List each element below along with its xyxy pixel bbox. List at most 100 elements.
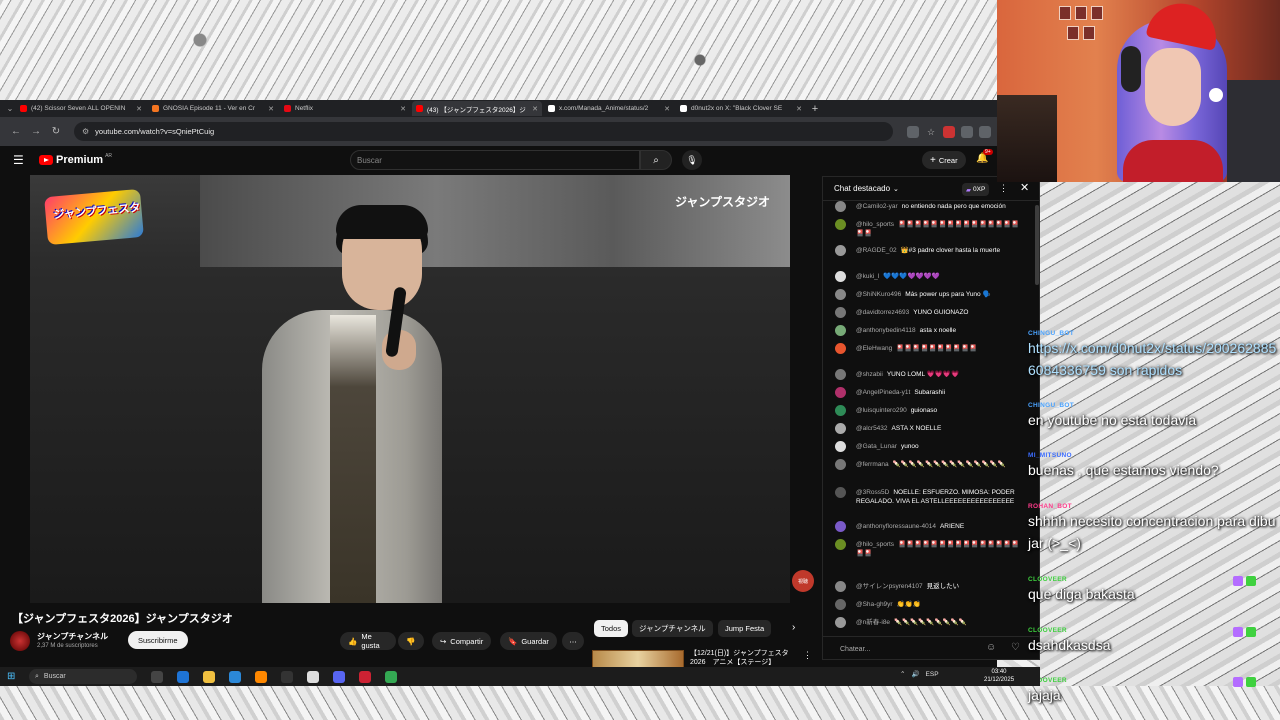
channel-name[interactable]: ジャンプチャンネル <box>37 631 108 642</box>
chat-avatar[interactable] <box>835 289 846 300</box>
chat-author[interactable]: @hilo_sports <box>856 221 894 228</box>
chat-avatar[interactable] <box>835 219 846 230</box>
create-button[interactable]: + Crear <box>922 151 966 169</box>
chat-input[interactable]: Chatear... <box>823 636 1039 659</box>
chat-avatar[interactable] <box>835 599 846 610</box>
chrome-icon[interactable] <box>385 670 397 683</box>
tab-search-icon[interactable]: ⌄ <box>4 104 16 113</box>
youtube-logo[interactable]: Premium AR <box>39 153 112 166</box>
chip-jump-festa[interactable]: Jump Festa <box>718 620 772 637</box>
chat-avatar[interactable] <box>835 521 846 532</box>
subscribe-button[interactable]: Suscribirme <box>128 631 188 649</box>
chat-avatar[interactable] <box>835 271 846 282</box>
recommended-more-icon[interactable]: ⋮ <box>803 650 812 661</box>
chat-author[interactable]: @RAGDE_02 <box>856 247 897 254</box>
chat-avatar[interactable] <box>835 307 846 318</box>
browser-tab[interactable]: d0nut2x on X: "Black Clover SE ✕ <box>676 101 806 116</box>
chatgpt-icon[interactable] <box>307 670 319 683</box>
emoji-icon[interactable]: ☺ <box>986 642 996 653</box>
chip-channel[interactable]: ジャンプチャンネル <box>632 620 713 637</box>
channel-avatar[interactable] <box>10 631 30 651</box>
chat-author[interactable]: @shzabii <box>856 371 883 378</box>
video-player[interactable]: ジャンプフェスタ ジャンプスタジオ <box>30 175 790 603</box>
tab-close-icon[interactable]: ✕ <box>792 105 802 113</box>
chat-author[interactable]: @ferrmana <box>856 461 889 468</box>
browser-tab[interactable]: GNOSIA Episode 11 - Ver en Cr ✕ <box>148 101 278 116</box>
chat-author[interactable]: @kuki_l <box>856 273 879 280</box>
chip-all[interactable]: Todos <box>594 620 629 637</box>
new-tab-button[interactable]: + <box>808 103 822 115</box>
chat-scrollbar[interactable] <box>1035 205 1039 285</box>
chat-mode-selector[interactable]: Chat destacado <box>834 184 890 193</box>
chat-avatar[interactable] <box>835 441 846 452</box>
chat-author[interactable]: @alcr5432 <box>856 425 888 432</box>
xp-badge[interactable]: ▰ 0XP <box>962 183 990 196</box>
chat-author[interactable]: @サイレンpsyren4107 <box>856 583 923 590</box>
edge-icon[interactable] <box>229 670 241 683</box>
chat-options-icon[interactable]: ⋮ <box>999 183 1008 194</box>
site-info-icon[interactable]: ⚙ <box>82 127 89 136</box>
chat-author[interactable]: @EleHwang <box>856 345 892 352</box>
chat-avatar[interactable] <box>835 369 846 380</box>
tray-chevron-icon[interactable]: ⌃ <box>900 670 905 678</box>
chat-author[interactable]: @anthonybedin4118 <box>856 327 916 334</box>
browser-tab[interactable]: x.com/Manada_Anime/status/2 ✕ <box>544 101 674 116</box>
voice-search-button[interactable]: 🎙 <box>682 150 702 170</box>
vlc-icon[interactable] <box>255 670 267 683</box>
like-button[interactable]: 👍 Me gusta <box>340 632 396 650</box>
chat-avatar[interactable] <box>835 581 846 592</box>
chevron-down-icon[interactable]: ⌄ <box>893 185 899 193</box>
app-icon[interactable] <box>359 670 371 683</box>
chat-author[interactable]: @Camilo2-yar <box>856 203 898 210</box>
chat-avatar[interactable] <box>835 539 846 550</box>
chat-author[interactable]: @Sha-gh9yr <box>856 601 893 608</box>
browser-tab[interactable]: (42) Scissor Seven ALL OPENIN ✕ <box>16 101 146 116</box>
chat-avatar[interactable] <box>835 617 846 628</box>
chat-avatar[interactable] <box>835 201 846 212</box>
reload-icon[interactable]: ↻ <box>46 126 66 137</box>
task-view-icon[interactable] <box>151 670 163 683</box>
chat-avatar[interactable] <box>835 487 846 498</box>
chat-author[interactable]: @anthonyfloressaune-4014 <box>856 523 936 530</box>
chat-author[interactable]: @n新春-i8e <box>856 619 890 626</box>
chat-author[interactable]: @3Ross5D <box>856 489 889 496</box>
extensions-puzzle-icon[interactable] <box>961 125 973 138</box>
tab-close-icon[interactable]: ✕ <box>528 105 538 113</box>
channel-watermark[interactable]: 視聴 <box>792 570 814 592</box>
tab-close-icon[interactable]: ✕ <box>396 105 406 113</box>
chat-author[interactable]: @hilo_sports <box>856 541 894 548</box>
back-icon[interactable]: ← <box>6 126 26 137</box>
menu-icon[interactable]: ☰ <box>13 153 27 167</box>
chat-author[interactable]: @luisquintero290 <box>856 407 907 414</box>
more-actions-button[interactable]: ⋯ <box>562 632 584 650</box>
chat-author[interactable]: @Gata_Lunar <box>856 443 897 450</box>
address-bar[interactable]: ⚙ youtube.com/watch?v=sQniePtCuig <box>74 122 893 141</box>
browser-tab[interactable]: (43) 【ジャンプフェスタ2026】ジ ✕ <box>412 101 542 116</box>
search-button[interactable]: ⌕ <box>640 150 672 170</box>
chat-author[interactable]: @ShiNKuro496 <box>856 291 901 298</box>
tab-close-icon[interactable]: ✕ <box>132 105 142 113</box>
share-button[interactable]: ↪ Compartir <box>432 632 492 650</box>
chat-avatar[interactable] <box>835 423 846 434</box>
language-indicator[interactable]: ESP <box>926 671 939 678</box>
install-icon[interactable] <box>907 125 919 138</box>
recommended-title[interactable]: 【12/21(日)】ジャンプフェスタ 2026 アニメ【ステージ】 <box>690 649 798 668</box>
volume-icon[interactable]: 🔊 <box>911 670 919 678</box>
clock[interactable]: 03:40 21/12/2025 <box>984 668 1014 684</box>
chat-avatar[interactable] <box>835 459 846 470</box>
chat-avatar[interactable] <box>835 387 846 398</box>
close-icon[interactable]: ✕ <box>1020 181 1029 194</box>
forward-icon[interactable]: → <box>26 126 46 137</box>
chat-author[interactable]: @davidtorrez4693 <box>856 309 909 316</box>
tab-close-icon[interactable]: ✕ <box>660 105 670 113</box>
sidebar-icon[interactable] <box>979 125 991 138</box>
chat-avatar[interactable] <box>835 245 846 256</box>
file-explorer-icon[interactable] <box>203 670 215 683</box>
save-button[interactable]: 🔖 Guardar <box>500 632 557 650</box>
bookmark-star-icon[interactable]: ☆ <box>925 126 937 138</box>
chevron-right-icon[interactable]: › <box>792 622 795 633</box>
tab-close-icon[interactable]: ✕ <box>264 105 274 113</box>
recommended-thumbnail[interactable] <box>592 650 684 668</box>
chat-avatar[interactable] <box>835 405 846 416</box>
search-input[interactable]: Buscar <box>350 150 640 170</box>
